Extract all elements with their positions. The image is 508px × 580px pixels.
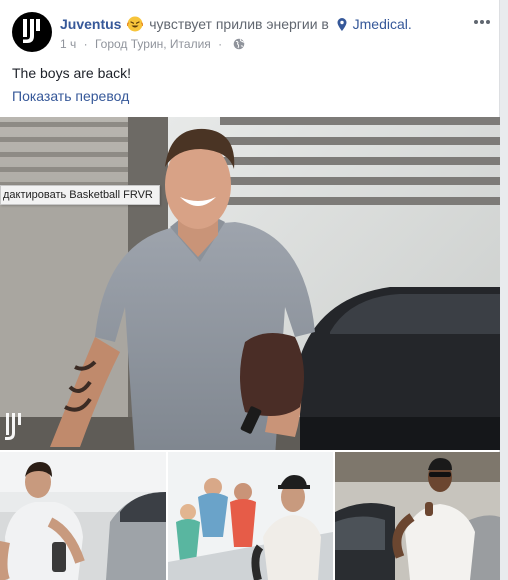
main-photo[interactable]: дактировать Basketball FRVR	[0, 117, 500, 450]
post-card: Juventus чувствует прилив энергии в Jmed…	[0, 0, 500, 580]
post-header: Juventus чувствует прилив энергии в Jmed…	[12, 12, 492, 56]
photo-player-smiling	[0, 117, 500, 450]
meta-separator: ·	[83, 37, 88, 51]
post-meta: 1 ч · Город Турин, Италия ·	[60, 36, 245, 52]
photo-thumbnails	[0, 452, 500, 580]
hover-tooltip: дактировать Basketball FRVR	[0, 185, 160, 205]
globe-icon[interactable]	[233, 38, 245, 50]
juventus-logo-icon[interactable]	[12, 12, 52, 52]
energized-emoji-icon	[127, 16, 144, 32]
photo-player-thumbs-up	[335, 452, 500, 580]
thumbnail-2[interactable]	[168, 452, 333, 580]
thumbnail-3[interactable]	[335, 452, 500, 580]
thumbnail-1[interactable]	[0, 452, 166, 580]
photo-player-mural	[168, 452, 333, 580]
place-link[interactable]: Jmedical.	[353, 16, 412, 32]
author-name[interactable]: Juventus	[60, 16, 121, 32]
show-translation-link[interactable]: Показать перевод	[12, 86, 129, 106]
post-location[interactable]: Город Турин, Италия	[95, 37, 211, 51]
post-title-line: Juventus чувствует прилив энергии в Jmed…	[60, 15, 412, 33]
meta-separator: ·	[218, 37, 223, 51]
post-time[interactable]: 1 ч	[60, 37, 76, 51]
photo-player-white-tank	[0, 452, 166, 580]
post-text: The boys are back!	[12, 65, 132, 81]
location-pin-icon	[337, 18, 347, 31]
feeling-text: чувствует прилив энергии в	[149, 16, 329, 32]
more-options-icon[interactable]	[472, 12, 492, 32]
